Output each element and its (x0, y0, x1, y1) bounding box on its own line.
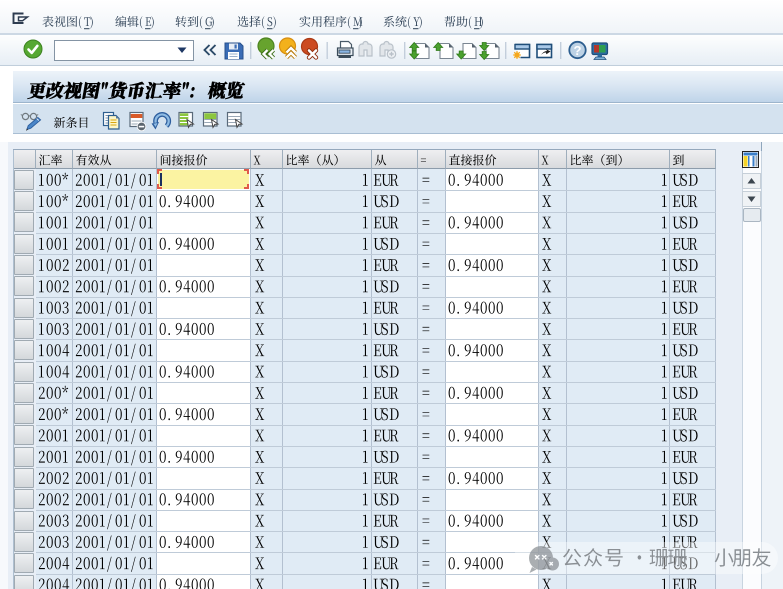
svg-text:?: ? (574, 43, 582, 58)
